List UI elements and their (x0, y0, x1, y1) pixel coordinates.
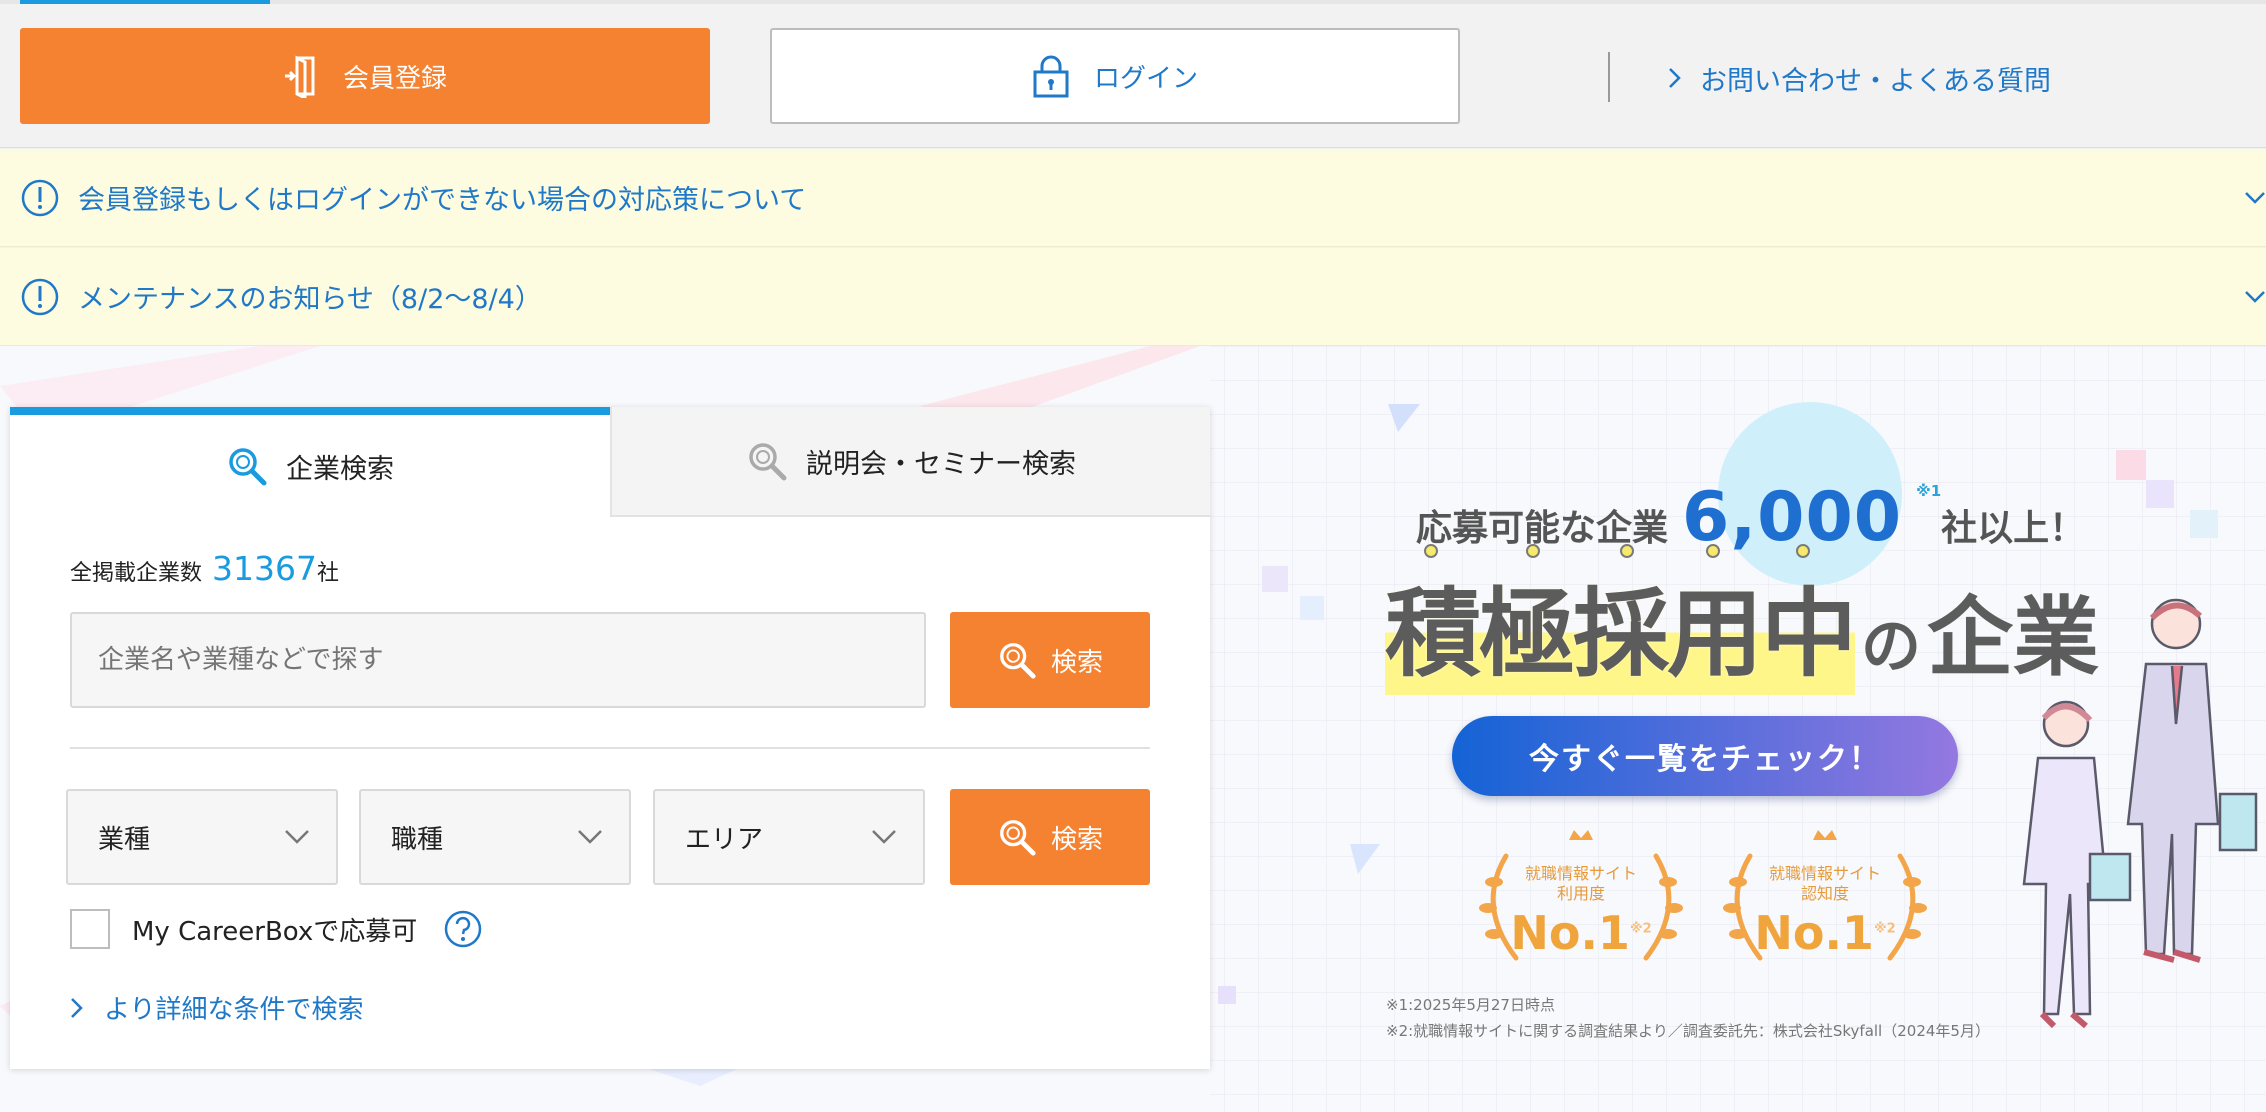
chevron-down-icon (2245, 192, 2265, 204)
keyword-search-button[interactable]: 検索 (950, 612, 1150, 708)
notice-text: メンテナンスのお知らせ（8/2〜8/4） (78, 284, 542, 315)
tab-label: 説明会・セミナー検索 (806, 448, 1076, 480)
award-badge-awareness: 就職情報サイト 認知度 No.1※2 (1710, 826, 1940, 976)
contact-faq-label: お問い合わせ・よくある質問 (1700, 65, 2051, 97)
register-button[interactable]: 会員登録 (20, 28, 710, 124)
chevron-down-icon (578, 830, 602, 844)
banner-title-tail: 企業 (1927, 588, 2099, 688)
careerbox-checkbox[interactable] (70, 909, 110, 949)
register-label: 会員登録 (342, 63, 447, 94)
select-label: エリア (685, 824, 764, 855)
search-button-label: 検索 (1050, 647, 1103, 678)
banner-footnote-2: ※2:就職情報サイトに関する調査結果より／調査委託先：株式会社Skyfall（2… (1386, 1022, 1990, 1040)
checkbox-label: My CareerBoxで応募可 (132, 916, 418, 947)
award-badge-usage: 就職情報サイト 利用度 No.1※2 (1466, 826, 1696, 976)
chevron-down-icon (872, 830, 896, 844)
divider (70, 747, 1150, 749)
alert-circle-icon (21, 179, 59, 216)
keyword-search-input[interactable] (70, 612, 926, 708)
badge-label: 就職情報サイト 認知度 (1768, 864, 1881, 903)
banner-title: 積極採用中 の 企業 (1385, 556, 2099, 695)
banner-suffix: 社以上！ (1941, 508, 2086, 549)
banner-footnote-1: ※1:2025年5月27日時点 (1386, 996, 1555, 1014)
header-divider (1608, 52, 1610, 102)
tab-seminar-search[interactable]: 説明会・セミナー検索 (610, 407, 1210, 517)
search-icon (1000, 820, 1036, 856)
tab-label: 企業検索 (286, 453, 394, 485)
chevron-right-icon (71, 997, 83, 1018)
badge-value: No.1※2 (1510, 906, 1652, 960)
check-list-button[interactable]: 今すぐ一覧をチェック！ (1452, 716, 1958, 796)
count-value: 31367 (212, 549, 317, 588)
select-label: 業種 (98, 824, 151, 855)
banner-footnote-mark: ※1 (1916, 482, 1942, 500)
industry-select[interactable]: 業種 (66, 789, 338, 885)
tab-company-search[interactable]: 企業検索 (10, 407, 610, 517)
careerbox-filter: My CareerBoxで応募可 (70, 909, 483, 949)
chevron-down-icon (285, 830, 309, 844)
area-select[interactable]: エリア (653, 789, 925, 885)
count-unit: 社 (317, 561, 340, 586)
search-button-label: 検索 (1050, 824, 1103, 855)
search-icon (1000, 643, 1036, 679)
login-button[interactable]: ログイン (770, 28, 1460, 124)
login-label: ログイン (1093, 63, 1198, 94)
lock-icon (1033, 55, 1069, 98)
badge-value: No.1※2 (1754, 906, 1896, 960)
count-label: 全掲載企業数 (70, 561, 203, 586)
notice-login-trouble[interactable]: 会員登録もしくはログインができない場合の対応策について (0, 149, 2266, 247)
banner-title-particle: の (1861, 612, 1921, 682)
job-type-select[interactable]: 職種 (359, 789, 631, 885)
select-label: 職種 (391, 824, 444, 855)
banner-headline: 応募可能な企業 6,000 ※1 社以上！ (1416, 478, 2085, 557)
search-panel: 企業検索 説明会・セミナー検索 全掲載企業数 31367 社 検索 業種 職種 … (10, 407, 1210, 1069)
chevron-down-icon (2245, 291, 2265, 303)
advanced-search-link[interactable]: より詳細な条件で検索 (70, 989, 363, 1026)
notice-text: 会員登録もしくはログインができない場合の対応策について (78, 185, 807, 216)
filter-search-button[interactable]: 検索 (950, 789, 1150, 885)
badge-label: 就職情報サイト 利用度 (1524, 864, 1637, 903)
help-circle-icon[interactable] (443, 909, 483, 949)
advanced-search-label: より詳細な条件で検索 (104, 995, 364, 1025)
search-icon (229, 448, 267, 486)
header: 会員登録 ログイン お問い合わせ・よくある質問 (0, 4, 2266, 148)
chevron-right-icon (1669, 68, 1681, 88)
banner-prefix: 応募可能な企業 (1416, 508, 1669, 549)
search-icon (749, 443, 787, 481)
door-entry-icon (284, 55, 315, 98)
notice-maintenance[interactable]: メンテナンスのお知らせ（8/2〜8/4） (0, 248, 2266, 346)
contact-faq-link[interactable]: お問い合わせ・よくある質問 (1668, 54, 2051, 102)
banner-title-emphasis: 積極採用中 (1385, 556, 1857, 695)
company-count: 全掲載企業数 31367 社 (70, 549, 339, 588)
alert-circle-icon (21, 278, 59, 315)
